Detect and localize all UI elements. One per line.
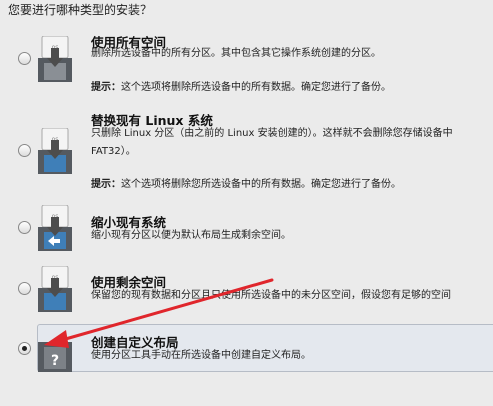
option-tip: 提示：这个选项将删除您所选设备中的所有数据。确定您进行了备份。	[91, 175, 401, 190]
option-use-free-space[interactable]: os 使用剩余空间 保留您的现有数据和分区且只使用所选设备中的未分区空间，假设您…	[0, 262, 493, 322]
question-mark-glyph: ?	[51, 353, 59, 369]
tip-label: 提示：	[91, 179, 121, 190]
option-description-cont: FAT32）。	[91, 146, 136, 157]
radio-use-all-space[interactable]	[18, 52, 31, 65]
os-drive-remove-all-icon: os	[38, 36, 72, 82]
option-replace-linux[interactable]: os 替换现有 Linux 系统 只删除 Linux 分区（由之前的 Linux…	[0, 100, 493, 198]
option-create-custom-layout[interactable]: ? 创建自定义布局 使用分区工具手动在所选设备中创建自定义布局。	[0, 324, 493, 374]
option-description: 缩小现有分区以便为默认布局生成剩余空间。	[91, 230, 291, 241]
radio-use-free-space[interactable]	[18, 282, 31, 295]
os-drive-free-space-icon: os	[38, 266, 72, 312]
os-drive-shrink-icon: os	[38, 205, 72, 251]
option-description: 只删除 Linux 分区（由之前的 Linux 安装创建的）。这样就不会删除您存…	[91, 128, 453, 139]
install-type-question: 您要进行哪种类型的安装？	[8, 3, 153, 17]
option-description: 保留您的现有数据和分区且只使用所选设备中的未分区空间，假设您有足够的空间	[91, 290, 451, 301]
tip-label: 提示：	[91, 82, 121, 93]
custom-layout-question-icon: ?	[38, 332, 72, 372]
option-use-all-space[interactable]: os 使用所有空间 删除所选设备中的所有分区。其中包含其它操作系统创建的分区。 …	[0, 22, 493, 100]
option-description: 删除所选设备中的所有分区。其中包含其它操作系统创建的分区。	[91, 48, 381, 59]
tip-text: 这个选项将删除所选设备中的所有数据。确定您进行了备份。	[121, 82, 391, 93]
os-drive-replace-linux-icon: os	[38, 128, 72, 174]
radio-shrink-current[interactable]	[18, 221, 31, 234]
option-shrink-current[interactable]: os 缩小现有系统 缩小现有分区以便为默认布局生成剩余空间。	[0, 200, 493, 260]
tip-text: 这个选项将删除您所选设备中的所有数据。确定您进行了备份。	[121, 179, 401, 190]
radio-create-custom-layout[interactable]	[18, 342, 31, 355]
option-tip: 提示：这个选项将删除所选设备中的所有数据。确定您进行了备份。	[91, 78, 391, 93]
radio-replace-linux[interactable]	[18, 144, 31, 157]
option-description: 使用分区工具手动在所选设备中创建自定义布局。	[91, 350, 311, 361]
